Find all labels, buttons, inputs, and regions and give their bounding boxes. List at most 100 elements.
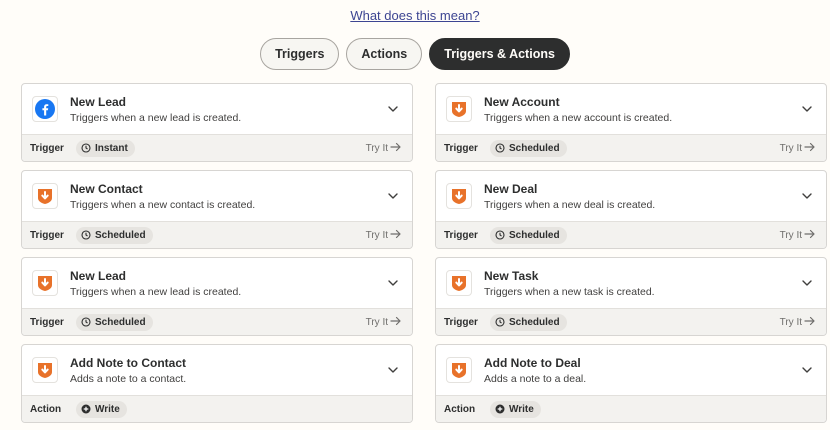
event-type-label: Action [30,403,62,415]
card-header[interactable]: New Lead Triggers when a new lead is crea… [22,84,412,134]
event-type-label: Trigger [30,229,64,241]
try-it-label: Try It [779,317,802,329]
plus-circle-icon [495,404,505,414]
arrow-right-icon [390,316,402,329]
event-badge: Scheduled [76,313,153,331]
badge-label: Scheduled [509,229,560,241]
trigger-action-grid: New Lead Triggers when a new lead is crea… [21,83,827,423]
try-it-button[interactable]: Try It [780,229,816,242]
card-footer: Trigger Scheduled Try It [436,134,826,161]
chevron-down-icon[interactable] [386,189,400,203]
card-title: New Lead [70,94,127,109]
card-description: Triggers when a new lead is created. [70,111,242,124]
arrow-right-icon [390,142,402,155]
card-header[interactable]: New Account Triggers when a new account i… [436,84,826,134]
filter-actions[interactable]: Actions [346,38,423,70]
chevron-down-icon[interactable] [800,102,814,116]
card-header[interactable]: New Task Triggers when a new task is crea… [436,258,826,308]
app-arrow-icon [446,96,472,123]
badge-label: Write [95,403,120,415]
try-it-button[interactable]: Try It [780,142,816,155]
app-arrow-icon [32,270,58,297]
clock-icon [495,230,505,240]
card-title: New Account [484,94,560,109]
arrow-right-icon [390,229,402,242]
card-text: New Contact Triggers when a new contact i… [70,182,255,211]
badge-label: Instant [95,142,128,154]
badge-label: Scheduled [509,316,560,328]
card-description: Adds a note to a contact. [70,372,187,385]
event-badge: Scheduled [490,139,567,157]
event-type-label: Trigger [444,316,478,328]
card-text: New Lead Triggers when a new lead is crea… [70,269,241,298]
try-it-label: Try It [365,230,388,242]
filter-pills: Triggers Actions Triggers & Actions [0,38,830,70]
card-footer: Trigger Scheduled Try It [22,308,412,335]
card-description: Triggers when a new task is created. [484,285,655,298]
help-link-row: What does this mean? [0,8,830,23]
app-arrow-icon [32,357,58,384]
chevron-down-icon[interactable] [386,102,400,116]
try-it-label: Try It [365,317,388,329]
card-text: Add Note to Deal Adds a note to a deal. [484,356,586,385]
card-footer: Trigger Instant Try It [22,134,412,161]
card-description: Triggers when a new lead is created. [70,285,242,298]
card-header[interactable]: New Lead Triggers when a new lead is crea… [22,258,412,308]
card-footer: Action Write [22,395,412,422]
clock-icon [81,317,91,327]
filter-triggers-and-actions[interactable]: Triggers & Actions [429,38,570,70]
card-header[interactable]: New Contact Triggers when a new contact i… [22,171,412,221]
card-header[interactable]: Add Note to Contact Adds a note to a cont… [22,345,412,395]
card-text: Add Note to Contact Adds a note to a cont… [70,356,186,385]
arrow-right-icon [804,229,816,242]
chevron-down-icon[interactable] [386,363,400,377]
chevron-down-icon[interactable] [800,363,814,377]
card-description: Adds a note to a deal. [484,372,587,385]
app-event-card: New Account Triggers when a new account i… [435,83,827,162]
card-title: Add Note to Contact [70,355,186,370]
card-description: Triggers when a new account is created. [484,111,673,124]
app-event-card: New Contact Triggers when a new contact i… [21,170,413,249]
event-badge: Scheduled [76,226,153,244]
event-type-label: Action [444,403,476,415]
try-it-label: Try It [779,143,802,155]
app-arrow-icon [32,183,58,210]
badge-label: Scheduled [509,142,560,154]
event-type-label: Trigger [444,142,478,154]
what-does-this-mean-link[interactable]: What does this mean? [350,8,479,23]
plus-circle-icon [81,404,91,414]
badge-label: Scheduled [95,316,146,328]
chevron-down-icon[interactable] [800,189,814,203]
clock-icon [81,230,91,240]
try-it-label: Try It [365,143,388,155]
card-description: Triggers when a new contact is created. [70,198,256,211]
event-type-label: Trigger [444,229,478,241]
try-it-button[interactable]: Try It [366,142,402,155]
card-title: Add Note to Deal [484,355,581,370]
try-it-button[interactable]: Try It [366,316,402,329]
app-arrow-icon [446,270,472,297]
event-badge: Scheduled [490,313,567,331]
event-badge: Scheduled [490,226,567,244]
card-header[interactable]: New Deal Triggers when a new deal is crea… [436,171,826,221]
arrow-right-icon [804,316,816,329]
event-badge: Instant [76,139,135,157]
chevron-down-icon[interactable] [386,276,400,290]
filter-triggers[interactable]: Triggers [260,38,340,70]
chevron-down-icon[interactable] [800,276,814,290]
event-badge: Write [76,400,127,418]
card-header[interactable]: Add Note to Deal Adds a note to a deal. [436,345,826,395]
app-event-card: Add Note to Deal Adds a note to a deal. Ac… [435,344,827,423]
card-text: New Deal Triggers when a new deal is crea… [484,182,655,211]
card-description: Triggers when a new deal is created. [484,198,656,211]
badge-label: Write [509,403,534,415]
app-arrow-icon [446,183,472,210]
app-arrow-icon [446,357,472,384]
card-text: New Account Triggers when a new account i… [484,95,672,124]
try-it-button[interactable]: Try It [366,229,402,242]
clock-icon [495,143,505,153]
card-footer: Action Write [436,395,826,422]
try-it-button[interactable]: Try It [780,316,816,329]
card-text: New Task Triggers when a new task is crea… [484,269,655,298]
arrow-right-icon [804,142,816,155]
